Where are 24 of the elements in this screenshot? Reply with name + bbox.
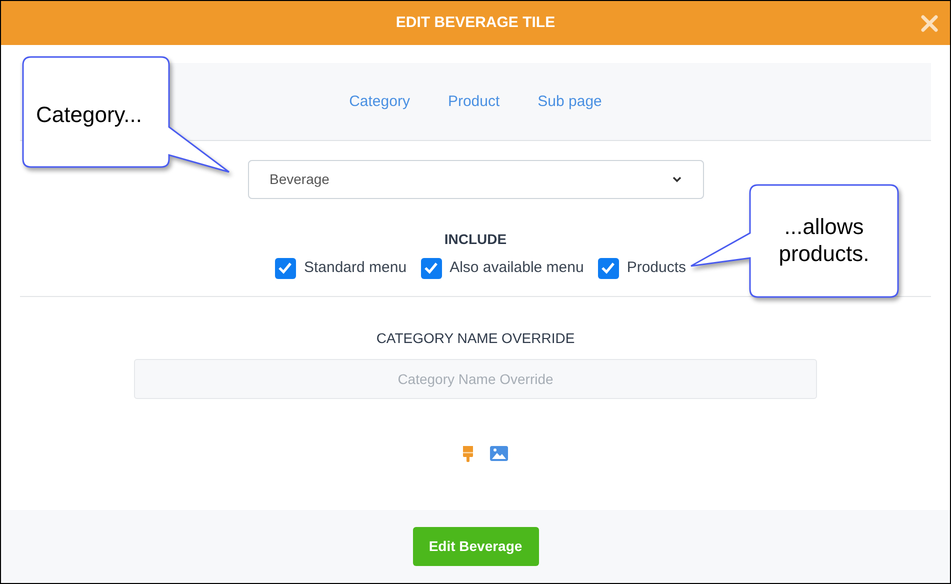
check-icon (601, 262, 616, 274)
checkbox-label: Products (626, 258, 686, 278)
tab[interactable]: Category (349, 91, 410, 114)
window-title: EDIT BEVERAGE TILE (396, 12, 556, 33)
paintbrush-icon[interactable] (462, 446, 474, 462)
include-heading: INCLUDE (444, 230, 507, 249)
category-select[interactable]: Beverage (248, 160, 704, 199)
image-icon[interactable] (490, 446, 508, 460)
tab[interactable]: Product (448, 91, 500, 114)
check-icon (424, 262, 438, 274)
tab[interactable]: Sub page (538, 91, 602, 114)
checkbox-label: Also available menu (450, 258, 584, 278)
checkbox[interactable] (274, 258, 296, 279)
select-value: Beverage (270, 170, 330, 189)
check-icon (278, 262, 292, 274)
checkbox-label: Standard menu (304, 258, 407, 278)
callout-text: ...allows products. (778, 213, 870, 267)
chevron-icon (672, 176, 682, 183)
field-label: CATEGORY NAME OVERRIDE (376, 328, 575, 348)
checkbox[interactable] (598, 258, 619, 279)
edit-beverage-button[interactable]: Edit Beverage (412, 527, 538, 566)
input-field[interactable]: Category Name Override (134, 358, 817, 398)
callout-text: Category... (36, 101, 142, 129)
checkbox[interactable] (420, 258, 442, 279)
